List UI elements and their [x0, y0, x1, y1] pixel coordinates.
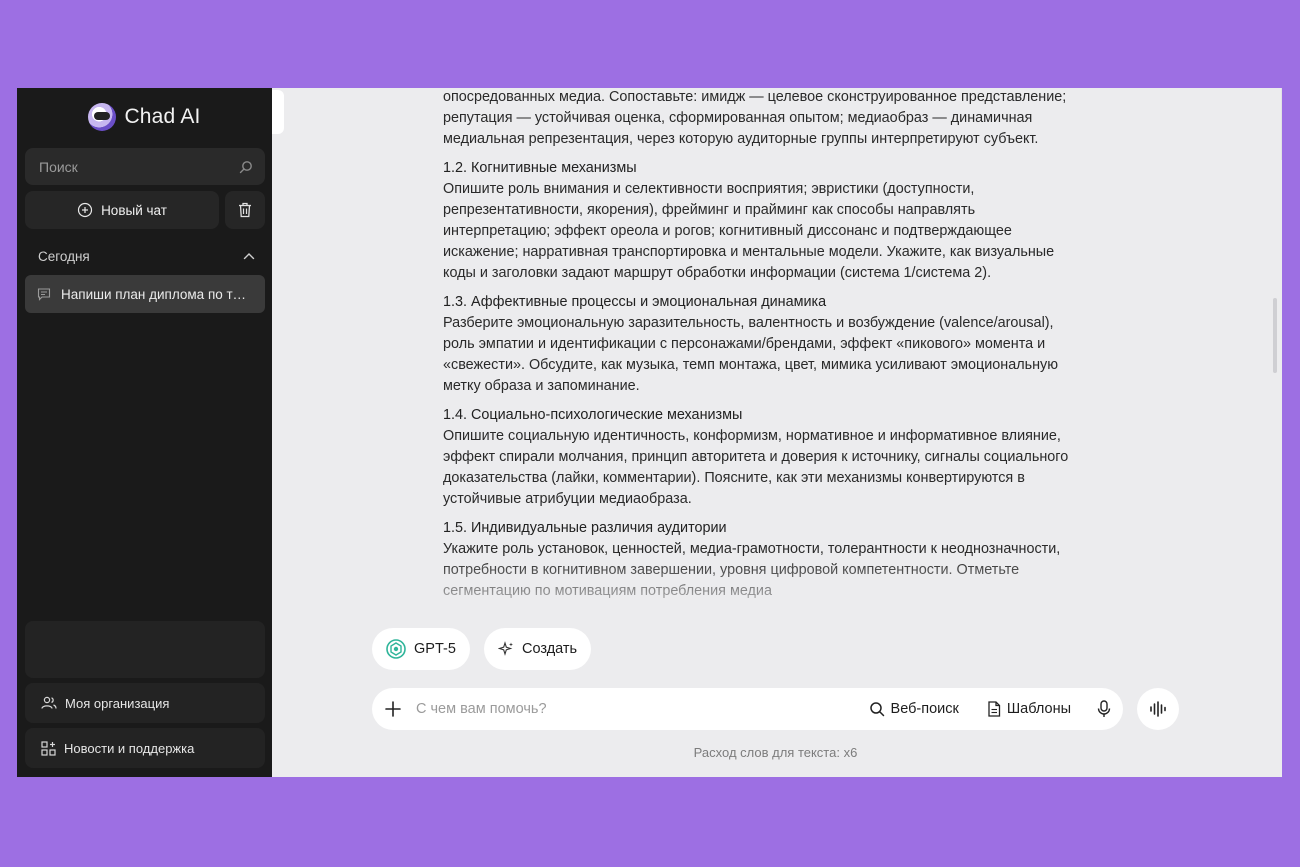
templates-button[interactable]: Шаблоны — [987, 701, 1071, 717]
section-today-label: Сегодня — [38, 248, 90, 264]
microphone-icon — [1097, 700, 1111, 717]
sparkle-icon — [498, 641, 513, 656]
sidebar-search — [25, 148, 265, 185]
message-paragraph: опосредованных медиа. Сопоставьте: имидж… — [443, 89, 1067, 147]
sidebar: Chad AI Новый чат — [17, 88, 272, 777]
new-chat-label: Новый чат — [101, 202, 167, 218]
sidebar-link-label: Новости и поддержка — [64, 740, 195, 756]
create-chip[interactable]: Создать — [484, 628, 592, 670]
section-heading: 1.3. Аффективные процессы и эмоциональна… — [443, 294, 827, 310]
create-chip-label: Создать — [522, 641, 578, 657]
waveform-icon — [1150, 701, 1166, 717]
word-usage-note: Расход слов для текста: x6 — [693, 745, 858, 760]
voice-mode-button[interactable] — [1137, 688, 1179, 730]
openai-logo-icon — [386, 639, 406, 659]
app-title: Chad AI — [124, 105, 201, 128]
plus-circle-icon — [77, 202, 93, 218]
section-heading: 1.2. Когнитивные механизмы — [443, 160, 637, 176]
grid-plus-icon — [41, 740, 56, 756]
trash-icon — [239, 202, 251, 218]
app-logo[interactable]: Chad AI — [17, 102, 272, 132]
sidebar-link-organization[interactable]: Моя организация — [25, 683, 265, 723]
chat-bubble-icon — [37, 288, 51, 301]
section-heading: 1.4. Социально-психологические механизмы — [443, 407, 743, 423]
web-search-label: Веб-поиск — [890, 701, 959, 717]
sidebar-link-news-support[interactable]: Новости и поддержка — [25, 728, 265, 768]
delete-chats-button[interactable] — [225, 191, 265, 229]
sidebar-chat-item[interactable]: Напиши план диплома по тем... — [25, 275, 265, 313]
sidebar-collapse-handle[interactable] — [272, 90, 284, 134]
chat-main: опосредованных медиа. Сопоставьте: имидж… — [272, 88, 1282, 777]
divider — [1281, 88, 1282, 160]
model-selector-chip[interactable]: GPT-5 — [372, 628, 470, 670]
new-chat-button[interactable]: Новый чат — [25, 191, 219, 229]
microphone-button[interactable] — [1097, 700, 1111, 718]
scrollbar-thumb[interactable] — [1273, 298, 1277, 373]
search-input[interactable] — [37, 157, 221, 176]
search-icon — [869, 702, 884, 717]
message-composer: Веб-поиск Шаблоны — [372, 688, 1123, 730]
message-paragraph: Разберите эмоциональную заразительность,… — [443, 315, 1059, 394]
app-window: Chad AI Новый чат — [17, 88, 1282, 777]
message-paragraph: Опишите социальную идентичность, конформ… — [443, 428, 1069, 507]
plus-icon[interactable] — [384, 700, 402, 718]
document-icon — [988, 701, 1001, 717]
section-today[interactable]: Сегодня — [25, 244, 265, 268]
chevron-up-icon[interactable] — [243, 252, 255, 260]
model-chip-label: GPT-5 — [414, 641, 456, 657]
assistant-message: опосредованных медиа. Сопоставьте: имидж… — [443, 88, 1083, 616]
logo-icon — [88, 103, 117, 131]
section-heading: 1.5. Индивидуальные различия аудитории — [443, 520, 727, 536]
sidebar-promo-card — [25, 621, 265, 678]
sidebar-link-label: Моя организация — [65, 695, 170, 711]
message-paragraph: Опишите роль внимания и селективности во… — [443, 181, 1055, 281]
users-icon — [41, 696, 57, 709]
search-icon[interactable] — [239, 160, 253, 174]
chat-item-label: Напиши план диплома по тем... — [61, 286, 253, 302]
content-fade — [443, 558, 1083, 616]
message-input[interactable] — [414, 700, 841, 718]
web-search-button[interactable]: Веб-поиск — [869, 701, 959, 717]
templates-label: Шаблоны — [1006, 701, 1071, 717]
